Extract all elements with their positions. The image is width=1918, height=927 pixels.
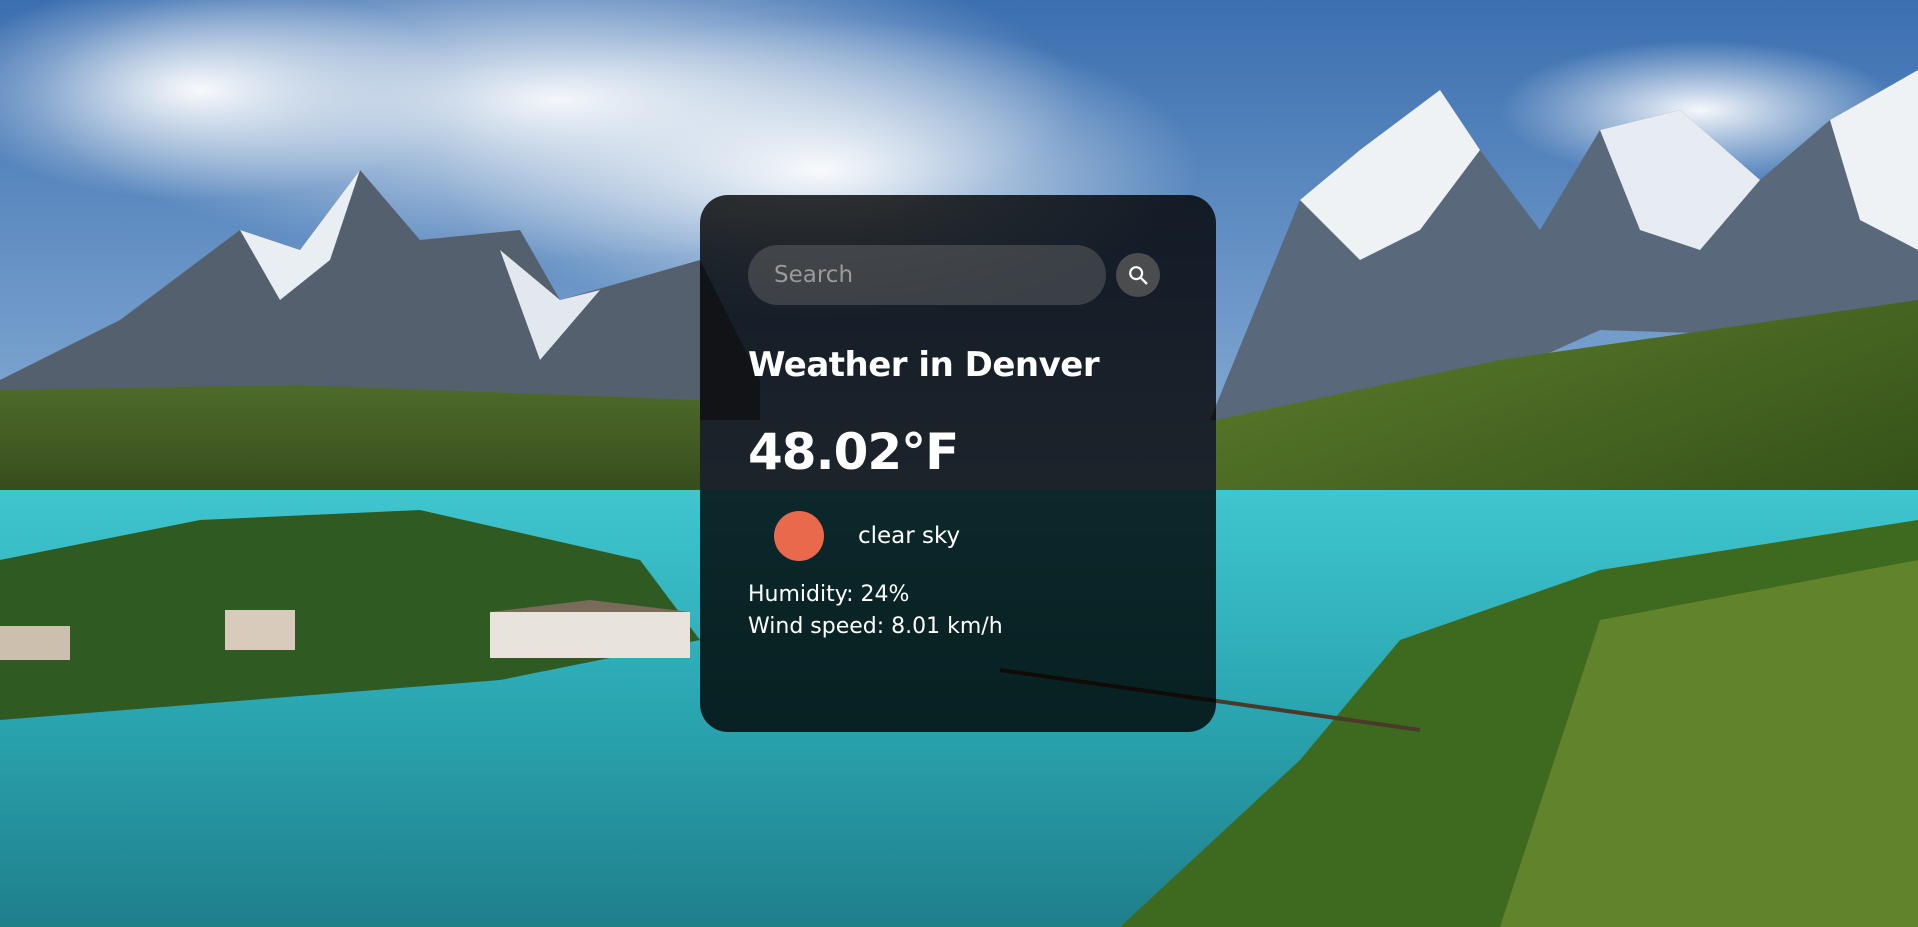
condition-description: clear sky: [858, 523, 961, 549]
search-bar: [748, 245, 1168, 305]
wind-speed-text: Wind speed: 8.01 km/h: [748, 614, 1003, 639]
temperature-value: 48.02°F: [748, 423, 959, 481]
search-input[interactable]: [748, 245, 1106, 305]
humidity-text: Humidity: 24%: [748, 582, 910, 607]
weather-card: Weather in Denver 48.02°F clear sky Humi…: [700, 195, 1216, 732]
search-icon: [1127, 264, 1149, 286]
search-button[interactable]: [1116, 253, 1160, 297]
sun-icon: [774, 511, 824, 561]
condition-row: clear sky: [774, 511, 1168, 561]
city-title: Weather in Denver: [748, 345, 1100, 385]
